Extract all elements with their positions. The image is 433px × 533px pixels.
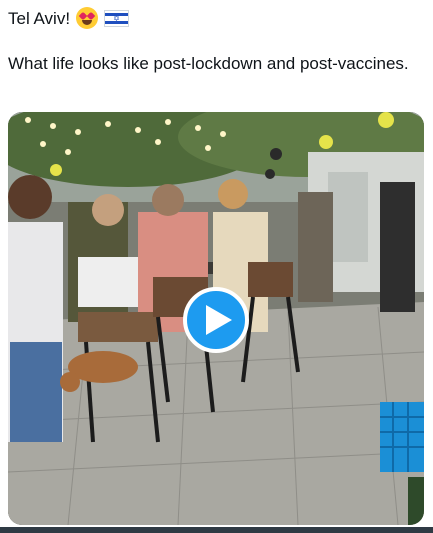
tweet-text: Tel Aviv! ✡ What life looks like post-lo… [8,6,428,75]
tweet-location-text: Tel Aviv! [8,8,71,28]
play-icon [206,305,232,335]
tweet-body-text: What life looks like post-lockdown and p… [8,54,409,73]
play-button[interactable] [183,287,249,353]
tweet-first-line: Tel Aviv! ✡ [8,6,428,30]
bottom-edge-bar [0,527,433,533]
israel-flag-icon: ✡ [104,9,130,27]
video-thumbnail[interactable] [8,112,424,525]
heart-eyes-emoji-icon [76,7,99,29]
